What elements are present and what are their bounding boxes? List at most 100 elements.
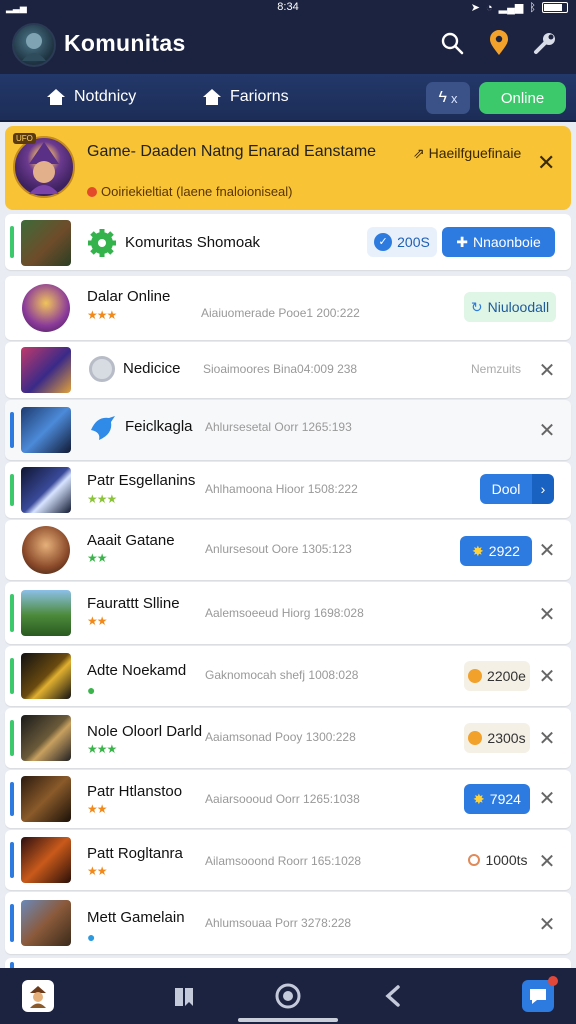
app-bar: Komunitas xyxy=(0,16,576,74)
download-label: Niuloodall xyxy=(487,299,550,315)
home-icon xyxy=(47,89,65,105)
rating-stars: ★★★ xyxy=(87,492,117,506)
game-meta: Anlursesout Oore 1305:123 xyxy=(205,542,352,556)
nav-bar: Notdnicy Fariorns ϟ x Online xyxy=(0,74,576,122)
home-indicator xyxy=(238,1018,338,1022)
banner-link[interactable]: ⇗ Haeilfguefinaie xyxy=(413,145,521,162)
game-meta: Ailamsooond Roorr 165:1028 xyxy=(205,854,362,868)
rating-stars: ★★★ xyxy=(87,742,117,756)
coins-pill[interactable]: 2200e xyxy=(464,661,530,691)
list-item[interactable]: Adte Noekamd ● Gaknomocah shefj 1008:028… xyxy=(5,646,571,706)
record-icon[interactable] xyxy=(272,980,304,1012)
search-icon[interactable] xyxy=(437,28,467,58)
game-meta: Aalemsoeeud Hiorg 1698:028 xyxy=(205,606,364,620)
points-pill[interactable]: ✸ 2922 xyxy=(460,536,532,566)
bottom-nav xyxy=(0,968,576,1024)
back-arrow-icon[interactable] xyxy=(378,980,410,1012)
banner-link-text: Haeilfguefinaie xyxy=(428,145,522,161)
points-pill[interactable]: ✸ 7924 xyxy=(464,784,530,814)
coins-value: 2300s xyxy=(487,730,526,746)
close-icon[interactable]: ✕ xyxy=(535,786,559,811)
check-icon: ✓ xyxy=(374,233,393,251)
bookmark-icon[interactable] xyxy=(168,980,200,1012)
game-name: Nole Oloorl Darld xyxy=(87,723,203,740)
chat-icon[interactable] xyxy=(522,976,558,1012)
rating-stars: ● xyxy=(87,929,96,945)
close-icon[interactable]: ✕ xyxy=(535,664,559,689)
close-icon[interactable]: ✕ xyxy=(535,602,559,627)
list-item[interactable] xyxy=(5,958,571,968)
close-icon[interactable]: ✕ xyxy=(535,912,559,937)
close-icon[interactable]: ✕ xyxy=(535,418,559,443)
list-item[interactable]: Dalar Online ★★★ Aiaiuomerade Pooe1 200:… xyxy=(5,276,571,340)
close-icon[interactable]: ✕ xyxy=(535,538,559,563)
chevron-right-icon[interactable]: › xyxy=(532,474,554,504)
game-list: UFO Game- Daaden Natng Enarad Eanstame O… xyxy=(0,122,576,968)
game-name: Patt Rogltanra xyxy=(87,845,183,862)
nav-item-label: Fariorns xyxy=(230,88,289,105)
game-thumbnail xyxy=(21,220,71,266)
list-item[interactable]: Komuritas Shomoak ✓ 200S ✚ Nnaonboie xyxy=(5,214,571,270)
coins-value: 1000ts xyxy=(485,852,528,868)
game-name: Komuritas Shomoak xyxy=(125,234,261,251)
list-item[interactable]: Patr Htlanstoo ★★ Aaiarsoooud Oorr 1265:… xyxy=(5,770,571,828)
game-meta: Aaiarsoooud Oorr 1265:1038 xyxy=(205,792,360,806)
banner-subtitle-text: Ooiriekieltiat (laene fnaloioniseal) xyxy=(101,184,293,199)
tools-icon[interactable] xyxy=(530,28,560,58)
location-pin-icon[interactable] xyxy=(484,28,514,58)
coins-value: 2200e xyxy=(487,668,526,684)
game-meta: Sioaimoores Bina04:009 238 xyxy=(203,362,358,376)
home-icon xyxy=(203,89,221,105)
game-thumbnail xyxy=(22,526,70,574)
list-item[interactable]: Feiclkagla Ahlursesetal Oorr 1265:193 ✕ xyxy=(5,400,571,460)
game-name: Dalar Online xyxy=(87,288,171,305)
banner-title: Game- Daaden Natng Enarad Eanstame xyxy=(87,143,377,160)
points-pill[interactable]: ✓ 200S xyxy=(367,227,437,257)
close-icon[interactable]: ✕ xyxy=(535,358,559,383)
coin-icon xyxy=(468,854,481,866)
rating-stars: ★★ xyxy=(87,864,107,878)
game-thumbnail xyxy=(22,284,70,332)
page-title: Komunitas xyxy=(64,30,186,56)
coins-pill[interactable]: 1000ts xyxy=(465,845,531,875)
plus-icon: ✚ xyxy=(456,233,468,250)
play-button[interactable]: Dool xyxy=(480,474,532,504)
rating-stars: ★★ xyxy=(87,802,107,816)
join-button[interactable]: ✚ Nnaonboie xyxy=(442,227,555,257)
game-name: Patr Esgellanins xyxy=(87,472,196,489)
game-name: Faurattt Slline xyxy=(87,595,180,612)
nav-item-favorites[interactable]: Fariorns xyxy=(202,88,289,106)
bird-icon xyxy=(87,412,119,449)
list-item[interactable]: Mett Gamelain ● Ahlumsouaa Porr 3278:228… xyxy=(5,892,571,954)
points-value: 2922 xyxy=(488,543,520,559)
close-icon[interactable]: ✕ xyxy=(535,849,559,874)
coins-pill[interactable]: 2300s xyxy=(464,723,530,753)
flash-button[interactable]: ϟ x xyxy=(426,82,470,114)
list-item[interactable]: Patr Esgellanins ★★★ Ahlhamoona Hioor 15… xyxy=(5,462,571,518)
list-item[interactable]: Aaait Gatane ★★ Anlursesout Oore 1305:12… xyxy=(5,520,571,580)
featured-banner[interactable]: UFO Game- Daaden Natng Enarad Eanstame O… xyxy=(5,126,571,210)
online-button[interactable]: Online xyxy=(479,82,566,114)
row-accent xyxy=(10,412,14,448)
banner-tag: UFO xyxy=(13,133,36,144)
list-item[interactable]: Patt Rogltanra ★★ Ailamsooond Roorr 165:… xyxy=(5,830,571,890)
wifi-icon: ◔ xyxy=(486,1,493,14)
close-icon[interactable]: ✕ xyxy=(535,726,559,751)
profile-avatar-icon[interactable] xyxy=(22,980,54,1012)
points-value: 7924 xyxy=(489,791,521,807)
game-name: Aaait Gatane xyxy=(87,532,175,549)
refresh-icon: ↻ xyxy=(470,298,483,315)
game-thumbnail xyxy=(21,407,71,453)
flash-label: x xyxy=(450,90,458,106)
game-thumbnail xyxy=(21,347,71,393)
list-item[interactable]: Nole Oloorl Darld ★★★ Aaiamsonad Pooy 13… xyxy=(5,708,571,768)
close-icon[interactable]: ✕ xyxy=(537,150,555,176)
list-item[interactable]: Faurattt Slline ★★ Aalemsoeeud Hiorg 169… xyxy=(5,582,571,644)
list-item[interactable]: Nedicice Sioaimoores Bina04:009 238 Nemz… xyxy=(5,342,571,398)
battery-icon xyxy=(542,2,568,13)
download-button[interactable]: ↻ Niuloodall xyxy=(464,292,556,322)
row-accent xyxy=(10,594,14,632)
nav-item-notifications[interactable]: Notdnicy xyxy=(46,88,136,106)
alert-dot-icon xyxy=(87,187,97,197)
community-avatar[interactable] xyxy=(12,23,56,67)
